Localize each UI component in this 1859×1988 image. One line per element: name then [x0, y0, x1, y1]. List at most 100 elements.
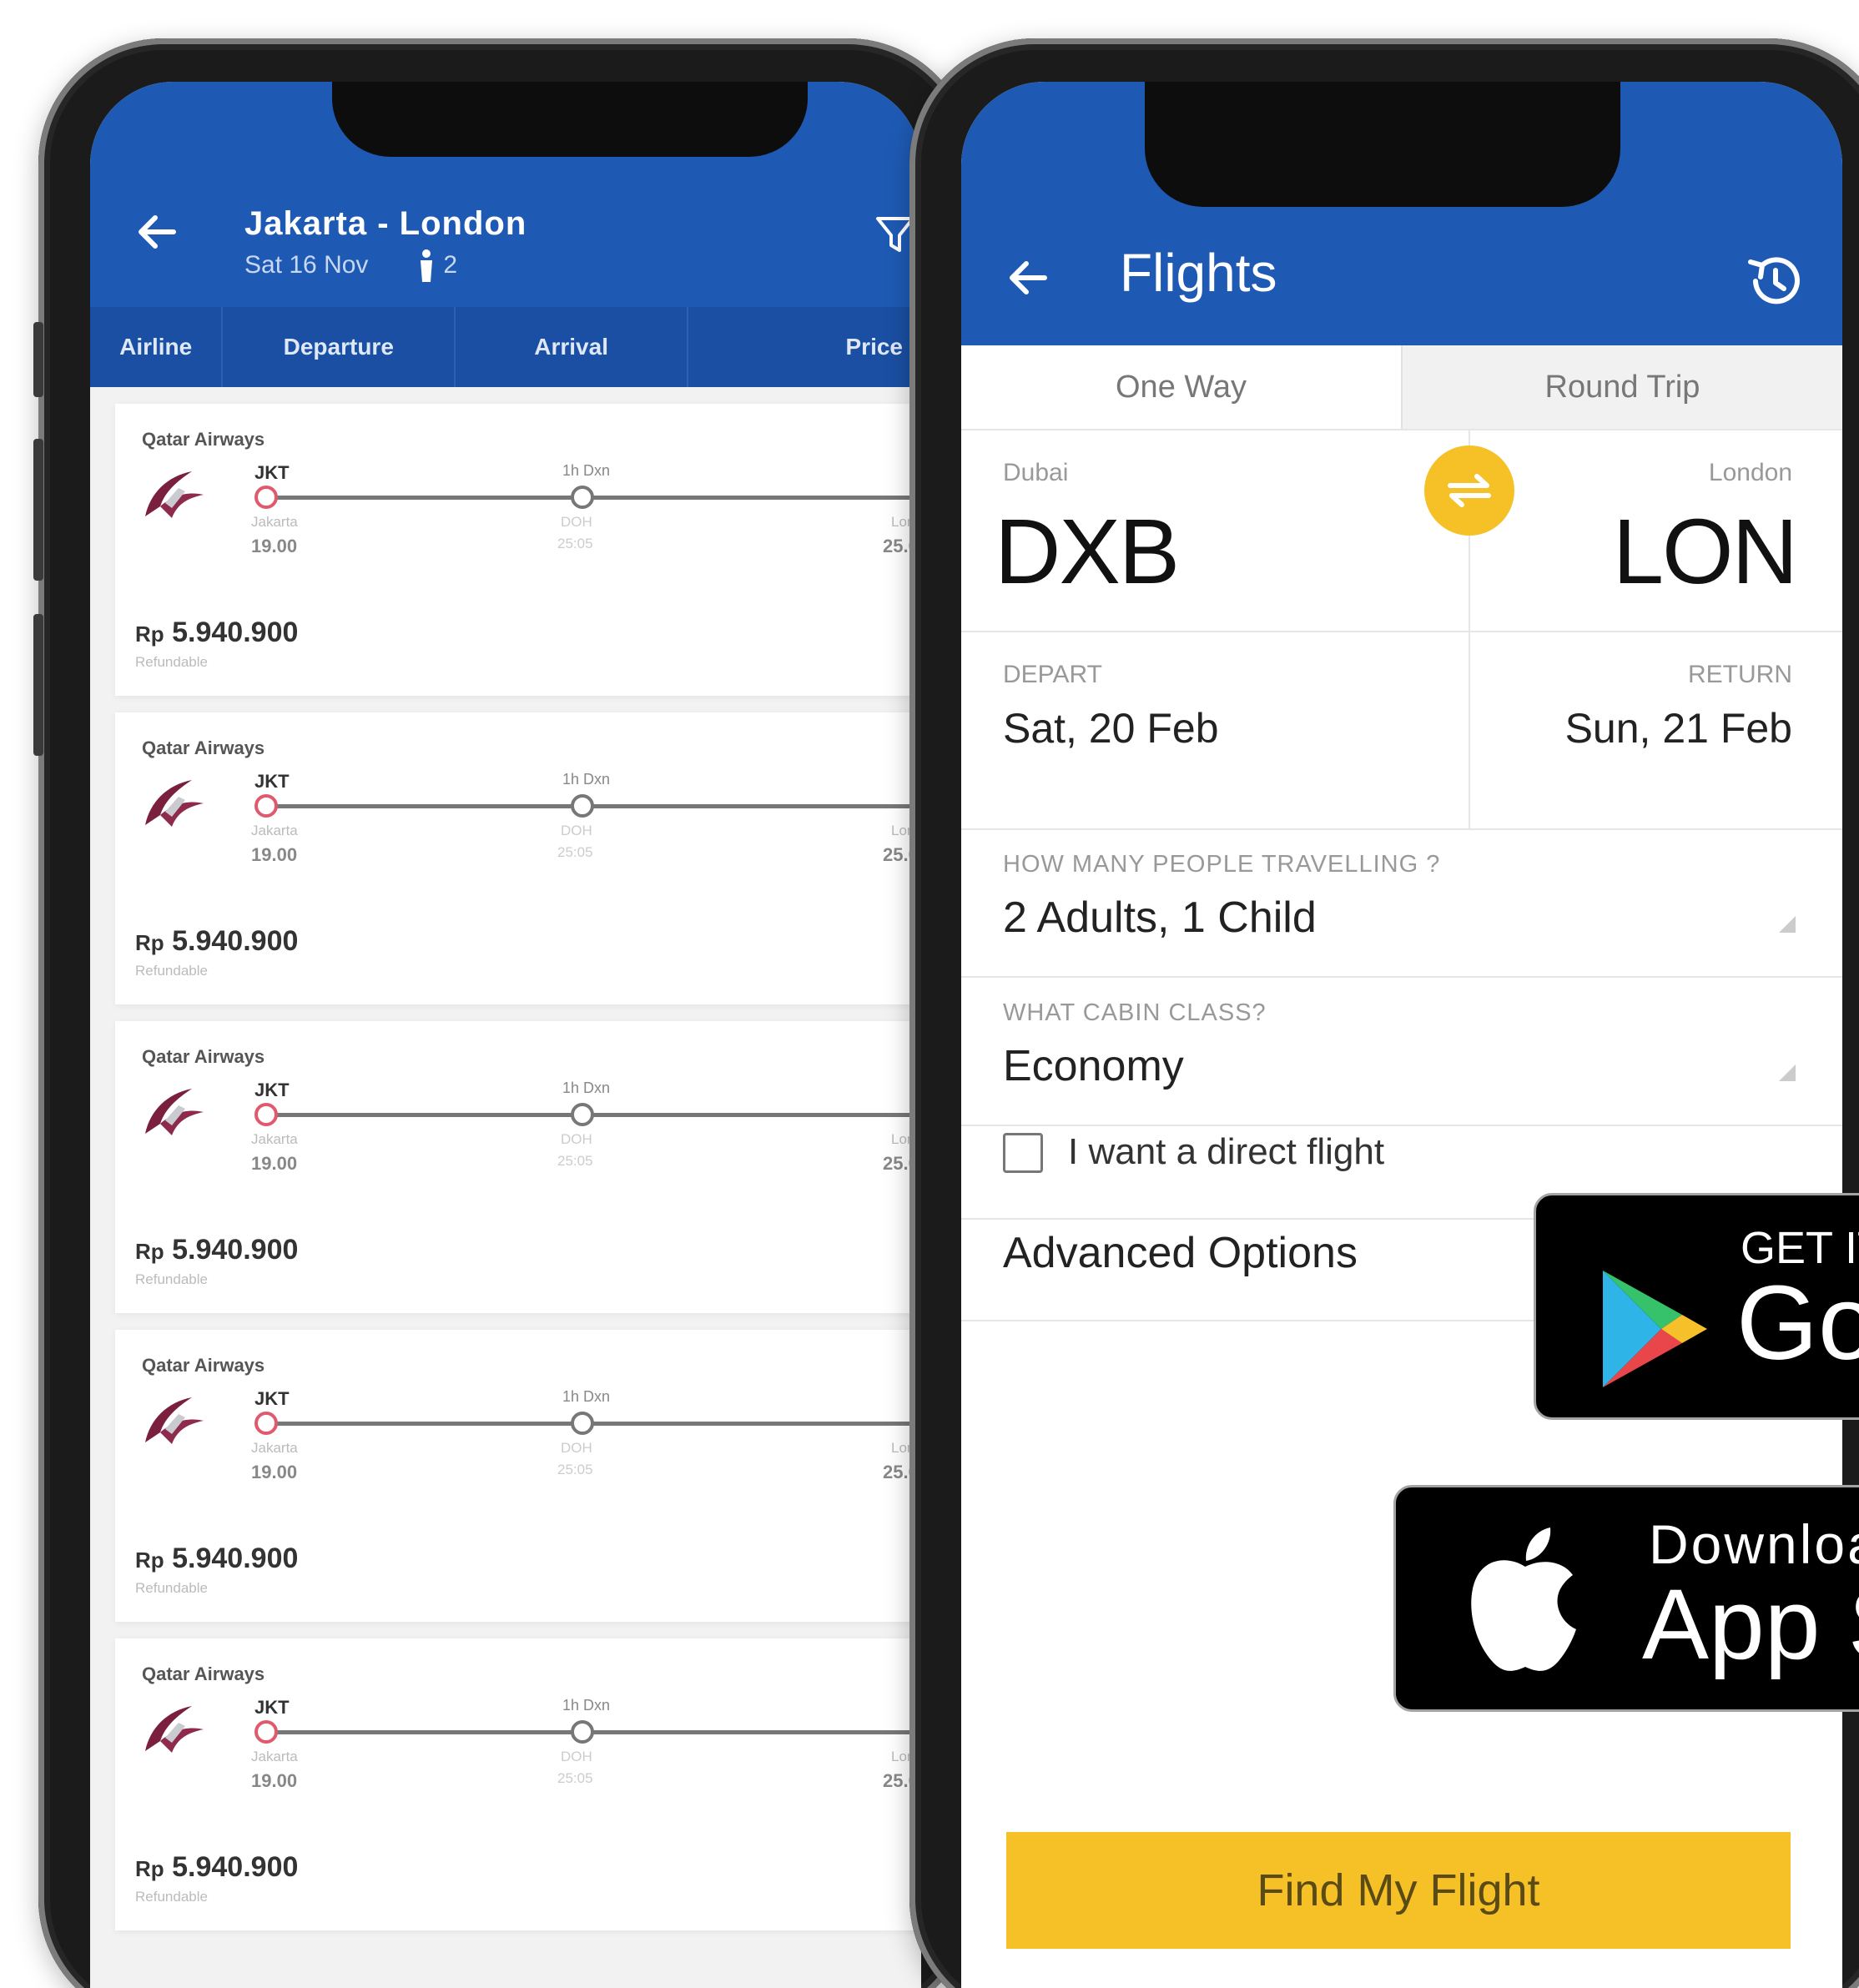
airline-name: Qatar Airways	[142, 1355, 265, 1376]
sort-tab-airline[interactable]: Airline	[90, 307, 224, 387]
airline-name: Qatar Airways	[142, 1663, 265, 1684]
page-title: Flights	[1120, 243, 1277, 303]
back-arrow-icon[interactable]	[132, 207, 182, 257]
stopover-duration: 1h Dxn	[562, 771, 611, 788]
departure-code: JKT	[254, 1697, 290, 1718]
return-date[interactable]: Sun, 21 Feb	[1565, 704, 1792, 752]
departure-city: Jakarta	[251, 1440, 298, 1456]
flight-card[interactable]: Qatar AirwaysJKT1h DxnLHJakarta19.00DOH2…	[115, 1638, 921, 1930]
departure-time: 19.00	[251, 1462, 298, 1482]
back-arrow-icon[interactable]	[1003, 253, 1053, 303]
divider	[961, 976, 1842, 978]
flight-card[interactable]: Qatar AirwaysJKT1h DxnLHJakarta19.00DOH2…	[115, 1330, 921, 1622]
swap-icon	[1448, 474, 1491, 507]
phone-notch	[1145, 82, 1620, 207]
tab-round-trip[interactable]: Round Trip	[1401, 345, 1842, 429]
refund-note: Refundable	[135, 963, 208, 979]
phone-notch	[332, 82, 808, 157]
dropdown-corner-icon	[1779, 1064, 1796, 1081]
currency: Rp	[135, 1856, 164, 1881]
stopover-airport: DOH	[561, 1749, 592, 1764]
airline-name: Qatar Airways	[142, 737, 265, 758]
direct-flight-label[interactable]: I want a direct flight	[1068, 1131, 1384, 1173]
stopover-duration: 1h Dxn	[562, 1697, 611, 1714]
find-my-flight-button[interactable]: Find My Flight	[1006, 1832, 1791, 1949]
departure-code: JKT	[254, 771, 290, 792]
stopover-marker	[571, 1412, 594, 1435]
divider	[961, 429, 1842, 430]
depart-date[interactable]: Sat, 20 Feb	[1003, 704, 1219, 752]
sort-tab-arrival[interactable]: Arrival	[456, 307, 689, 387]
cabin-select[interactable]: Economy	[1003, 1041, 1184, 1091]
app-store-badge[interactable]: Download on the App Store	[1393, 1485, 1859, 1712]
refund-note: Refundable	[135, 1271, 208, 1287]
flight-results-screen: Jakarta - London Sat 16 Nov 2 Airline De…	[90, 82, 921, 1988]
price: Rp 5.940.900	[135, 617, 298, 649]
flight-card[interactable]: Qatar AirwaysJKT1h DxnLHJakarta19.00DOH2…	[115, 712, 921, 1004]
route-line	[270, 1730, 921, 1734]
marketing-mockup: Jakarta - London Sat 16 Nov 2 Airline De…	[0, 0, 1859, 1988]
depart-label: DEPART	[1003, 661, 1102, 688]
route-line	[270, 1422, 921, 1426]
departure-city: Jakarta	[251, 514, 298, 530]
travel-date: Sat 16 Nov	[244, 251, 369, 279]
sort-tab-price[interactable]: Price	[688, 307, 921, 387]
divider	[961, 631, 1842, 632]
qatar-airways-logo	[145, 471, 204, 518]
route-line	[270, 804, 921, 808]
stopover-airport: DOH	[561, 823, 592, 838]
stopover-duration: 1h Dxn	[562, 1080, 611, 1096]
side-button	[33, 439, 43, 581]
origin-city: Dubai	[1003, 459, 1069, 486]
advanced-options[interactable]: Advanced Options	[1003, 1228, 1358, 1278]
phone-frame-left: Jakarta - London Sat 16 Nov 2 Airline De…	[33, 38, 973, 1988]
tab-one-way[interactable]: One Way	[961, 345, 1401, 429]
stopover-airport: DOH	[561, 1440, 592, 1456]
departure-city: Jakarta	[251, 1131, 298, 1147]
travellers-label: HOW MANY PEOPLE TRAVELLING ?	[1003, 851, 1441, 878]
departure-time: 19.00	[251, 536, 298, 556]
trip-type-tabs: One Way Round Trip	[961, 345, 1842, 429]
price-amount: 5.940.900	[172, 1234, 299, 1266]
swap-button[interactable]	[1424, 445, 1514, 536]
flight-card[interactable]: Qatar AirwaysJKT1h DxnLHJakarta19.00DOH2…	[115, 404, 921, 696]
stopover-time: 25:05	[557, 536, 593, 551]
qatar-airways-logo	[145, 1089, 204, 1135]
route-line	[270, 1113, 921, 1117]
sort-tab-departure[interactable]: Departure	[223, 307, 456, 387]
destination-code[interactable]: LON	[1613, 499, 1798, 605]
passenger-count: 2	[416, 249, 457, 282]
apple-icon	[1471, 1527, 1576, 1671]
origin-code[interactable]: DXB	[995, 499, 1180, 605]
departure-time: 19.00	[251, 1153, 298, 1174]
departure-marker	[254, 486, 278, 509]
departure-code: JKT	[254, 1080, 290, 1100]
price-amount: 5.940.900	[172, 617, 299, 648]
stopover-time: 25:05	[557, 844, 593, 860]
departure-time: 19.00	[251, 1770, 298, 1791]
departure-marker	[254, 1720, 278, 1744]
qatar-airways-logo	[145, 1397, 204, 1444]
google-play-badge[interactable]: GET IT ON Google Play	[1534, 1193, 1859, 1420]
price: Rp 5.940.900	[135, 925, 298, 958]
direct-flight-checkbox[interactable]	[1003, 1133, 1043, 1173]
dropdown-corner-icon	[1779, 916, 1796, 933]
return-label: RETURN	[1688, 661, 1792, 688]
cabin-label: WHAT CABIN CLASS?	[1003, 999, 1267, 1026]
passenger-number: 2	[443, 251, 458, 279]
qatar-airways-logo	[145, 780, 204, 827]
departure-city: Jakarta	[251, 823, 298, 838]
flight-card[interactable]: Qatar AirwaysJKT1h DxnLHJakarta19.00DOH2…	[115, 1021, 921, 1313]
route-line	[270, 496, 921, 500]
flight-results-list: Qatar AirwaysJKT1h DxnLHJakarta19.00DOH2…	[90, 387, 921, 1988]
refund-note: Refundable	[135, 1889, 208, 1905]
google-play-line2: Google Play	[1736, 1264, 1859, 1382]
history-icon[interactable]	[1744, 250, 1806, 312]
departure-time: 19.00	[251, 844, 298, 865]
route-title: Jakarta - London	[244, 205, 527, 242]
price: Rp 5.940.900	[135, 1851, 298, 1884]
stopover-time: 25:05	[557, 1770, 593, 1786]
travellers-select[interactable]: 2 Adults, 1 Child	[1003, 893, 1317, 943]
sort-bar: Airline Departure Arrival Price	[90, 307, 921, 387]
airline-name: Qatar Airways	[142, 429, 265, 450]
